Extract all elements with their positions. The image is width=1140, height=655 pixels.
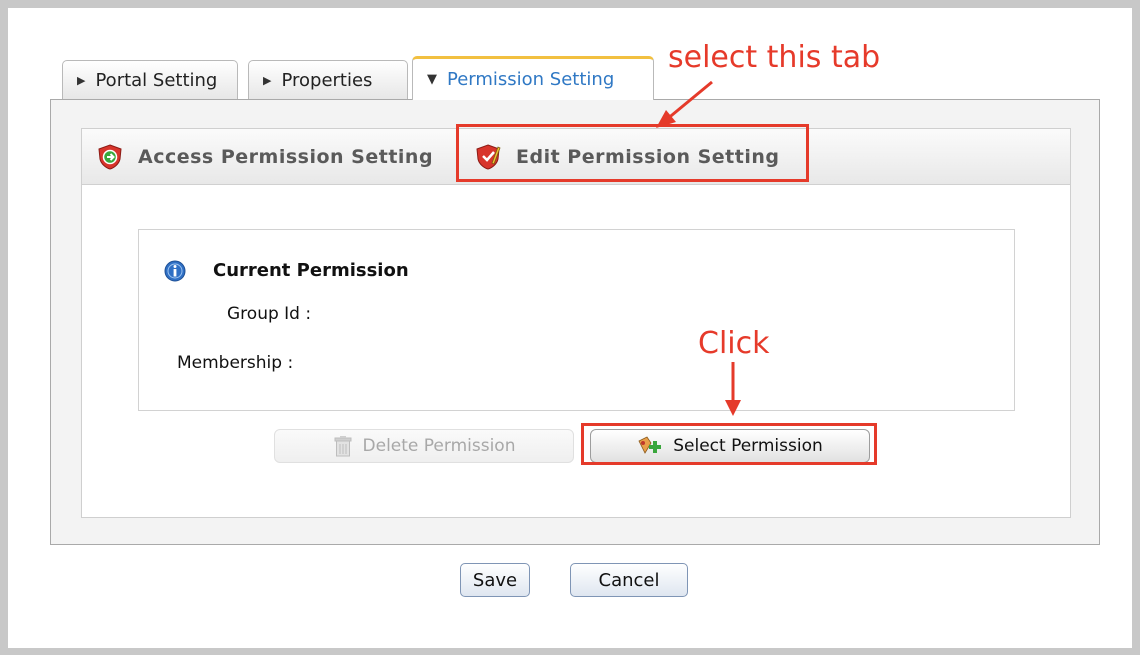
- cancel-button[interactable]: Cancel: [570, 563, 688, 597]
- save-button[interactable]: Save: [460, 563, 530, 597]
- delete-permission-button[interactable]: Delete Permission: [274, 429, 574, 463]
- tab-portal-setting[interactable]: ▶ Portal Setting: [62, 60, 238, 100]
- tab-label: Portal Setting: [95, 70, 218, 91]
- tab-label: Permission Setting: [447, 69, 615, 90]
- tab-permission-setting[interactable]: ▼ Permission Setting: [412, 56, 654, 100]
- caret-right-icon: ▶: [263, 74, 272, 87]
- membership-label: Membership :: [177, 353, 294, 373]
- group-id-label: Group Id :: [227, 304, 312, 324]
- tab-properties[interactable]: ▶ Properties: [248, 60, 408, 100]
- delete-permission-label: Delete Permission: [362, 436, 516, 456]
- permission-inner-panel: Access Permission Setting Edit Permissio…: [81, 128, 1071, 518]
- caret-down-icon: ▼: [427, 72, 437, 87]
- caret-right-icon: ▶: [77, 74, 86, 87]
- shield-access-icon: [98, 144, 122, 170]
- annotation-select-tab: select this tab: [668, 40, 881, 75]
- trash-icon: [334, 436, 352, 457]
- current-permission-title: Current Permission: [213, 260, 409, 281]
- subtab-label: Access Permission Setting: [138, 146, 434, 168]
- tab-label: Properties: [281, 70, 373, 91]
- annotation-click: Click: [698, 326, 770, 361]
- info-icon: [164, 260, 186, 282]
- annotation-highlight-edit-tab: [456, 124, 809, 182]
- annotation-highlight-select-button: [581, 423, 877, 465]
- subtab-access-permission[interactable]: Access Permission Setting: [96, 129, 433, 185]
- current-permission-box: Current Permission Group Id : Membership…: [138, 229, 1015, 411]
